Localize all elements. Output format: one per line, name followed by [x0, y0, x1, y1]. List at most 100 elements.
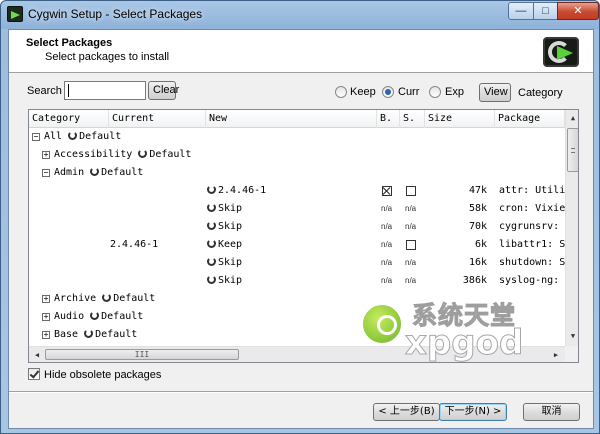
current-view-label: Category	[518, 87, 563, 99]
binary-na: n/a	[381, 222, 393, 231]
category-action: Default	[149, 149, 192, 160]
back-button[interactable]: < 上一步(B)	[373, 403, 440, 421]
package-size: 58k	[468, 203, 487, 214]
curr-radio[interactable]	[382, 86, 394, 98]
column-size[interactable]: Size	[425, 110, 495, 128]
category-label: Archive	[54, 293, 97, 304]
tree-row-admin[interactable]: − Admin Default	[29, 164, 565, 182]
window-title: Cygwin Setup - Select Packages	[28, 7, 203, 21]
next-button[interactable]: 下一步(N) >	[439, 403, 507, 421]
cycle-icon[interactable]	[207, 239, 216, 248]
cycle-icon[interactable]	[207, 185, 216, 194]
expand-box-icon[interactable]: +	[42, 151, 50, 159]
page-subtitle: Select packages to install	[45, 51, 170, 63]
cygwin-app-icon	[7, 6, 23, 22]
cycle-icon[interactable]	[207, 257, 216, 266]
expand-box-icon[interactable]: +	[42, 313, 50, 321]
cycle-icon[interactable]	[138, 149, 148, 158]
package-name: attr: Utili	[499, 185, 566, 196]
view-button[interactable]: View	[479, 83, 511, 102]
table-row[interactable]: Skip n/a n/a 16k shutdown: S	[29, 254, 565, 272]
package-size: 70k	[468, 221, 487, 232]
cycle-icon[interactable]	[207, 275, 216, 284]
category-action: Default	[101, 167, 144, 178]
package-name: syslog-ng:	[499, 275, 560, 286]
vertical-scrollbar[interactable]: ▲ ▼	[565, 110, 578, 346]
source-checkbox[interactable]	[406, 186, 416, 196]
tree-row-accessibility[interactable]: + Accessibility Default	[29, 146, 565, 164]
column-category[interactable]: Category	[29, 110, 109, 128]
binary-na: n/a	[381, 258, 393, 267]
cycle-icon[interactable]	[102, 293, 112, 302]
category-label: Base	[54, 329, 79, 340]
new-action: Skip	[218, 275, 243, 286]
tree-row-all[interactable]: − All Default	[29, 128, 565, 146]
table-row[interactable]: 2.4.46-1 Keep n/a 6k libattr1: S	[29, 236, 565, 254]
scroll-down-icon[interactable]: ▼	[566, 332, 578, 340]
keep-radio[interactable]	[335, 86, 347, 98]
collapse-box-icon[interactable]: −	[32, 133, 40, 141]
scroll-corner	[565, 346, 578, 362]
binary-na: n/a	[381, 240, 393, 249]
new-action: Keep	[218, 239, 243, 250]
cycle-icon[interactable]	[68, 131, 78, 140]
curr-radio-label[interactable]: Curr	[398, 86, 419, 98]
source-na: n/a	[405, 276, 417, 285]
column-binary[interactable]: B.	[377, 110, 400, 128]
column-current[interactable]: Current	[109, 110, 206, 128]
category-label: Audio	[54, 311, 85, 322]
table-row[interactable]: 2.4.46-1 47k attr: Utili	[29, 182, 565, 200]
cycle-icon[interactable]	[207, 203, 216, 212]
scroll-left-icon[interactable]: ◀	[30, 351, 44, 359]
binary-na: n/a	[381, 276, 393, 285]
title-bar[interactable]: Cygwin Setup - Select Packages — □ ✕	[1, 1, 599, 29]
package-size: 16k	[468, 257, 487, 268]
vertical-scroll-thumb[interactable]	[567, 128, 578, 172]
maximize-button[interactable]: □	[533, 2, 558, 20]
category-label: All	[44, 131, 63, 142]
source-na: n/a	[405, 258, 417, 267]
search-input[interactable]	[64, 81, 146, 100]
clear-button[interactable]: Clear	[148, 81, 179, 100]
cygwin-logo-icon	[543, 37, 579, 67]
category-action: Default	[113, 293, 156, 304]
new-action: Skip	[218, 257, 243, 268]
cycle-icon[interactable]	[90, 311, 100, 320]
dialog-client: Select Packages Select packages to insta…	[8, 29, 594, 429]
current-version: 2.4.46-1	[110, 239, 159, 250]
scroll-up-icon[interactable]: ▲	[566, 114, 578, 122]
collapse-box-icon[interactable]: −	[42, 169, 50, 177]
table-row[interactable]: Skip n/a n/a 70k cygrunsrv:	[29, 218, 565, 236]
column-package[interactable]: Package	[495, 110, 565, 128]
hide-obsolete-label[interactable]: Hide obsolete packages	[44, 369, 161, 381]
horizontal-scroll-thumb[interactable]: III	[45, 349, 239, 360]
source-na: n/a	[405, 204, 417, 213]
category-label: Admin	[54, 167, 85, 178]
cycle-icon[interactable]	[90, 167, 100, 176]
expand-box-icon[interactable]: +	[42, 331, 50, 339]
watermark-logo: 系统天堂 xpgod	[360, 296, 560, 368]
category-action: Default	[95, 329, 138, 340]
table-row[interactable]: Skip n/a n/a 386k syslog-ng:	[29, 272, 565, 290]
source-checkbox[interactable]	[406, 240, 416, 250]
new-action: Skip	[218, 203, 243, 214]
column-source[interactable]: S.	[400, 110, 425, 128]
keep-radio-label[interactable]: Keep	[350, 86, 376, 98]
binary-checkbox[interactable]	[382, 186, 392, 196]
column-new[interactable]: New	[206, 110, 377, 128]
minimize-button[interactable]: —	[508, 2, 534, 20]
package-name: cron: Vixie	[499, 203, 566, 214]
hide-obsolete-checkbox[interactable]	[28, 368, 40, 380]
exp-radio[interactable]	[429, 86, 441, 98]
expand-box-icon[interactable]: +	[42, 295, 50, 303]
cancel-button[interactable]: 取消	[523, 403, 580, 421]
table-row[interactable]: Skip n/a n/a 58k cron: Vixie	[29, 200, 565, 218]
exp-radio-label[interactable]: Exp	[445, 86, 464, 98]
package-name: cygrunsrv:	[499, 221, 560, 232]
page-title: Select Packages	[26, 37, 113, 49]
column-header: Category Current New B. S. Size Package	[29, 110, 565, 128]
close-button[interactable]: ✕	[557, 2, 599, 20]
cycle-icon[interactable]	[207, 221, 216, 230]
cycle-icon[interactable]	[84, 329, 94, 338]
watermark-p-icon	[360, 302, 404, 346]
